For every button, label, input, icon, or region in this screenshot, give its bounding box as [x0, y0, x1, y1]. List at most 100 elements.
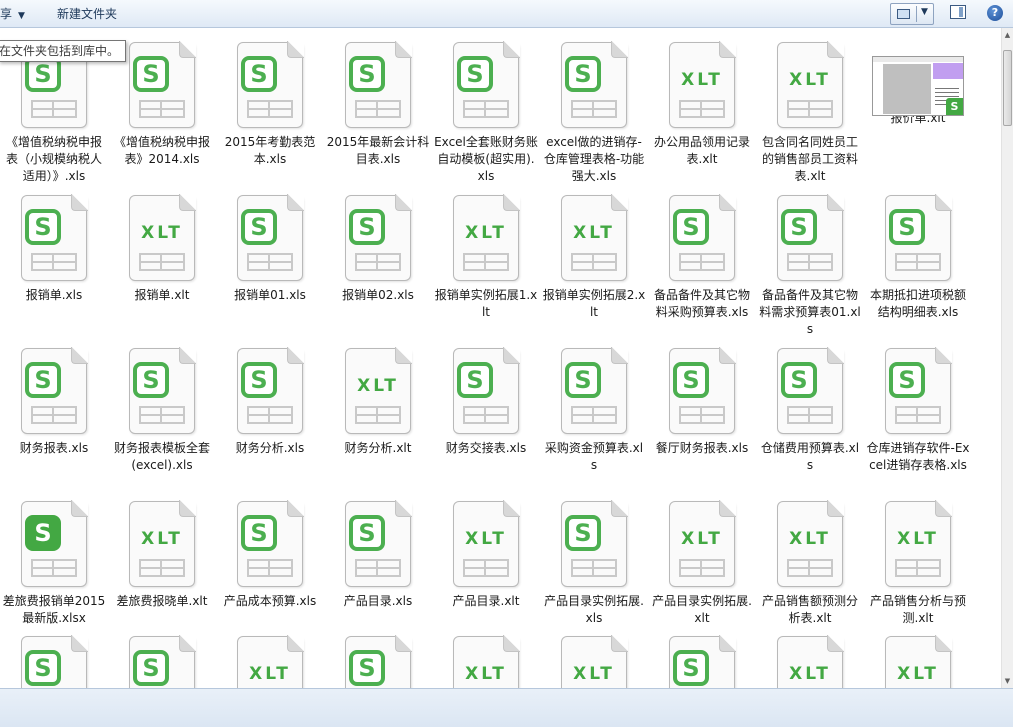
file-item[interactable]: XLT — [432, 635, 540, 688]
file-item[interactable]: S 采购资金预算表.xls — [540, 347, 648, 474]
scrollbar-thumb[interactable] — [1003, 50, 1012, 126]
file-name: 财务报表.xls — [19, 441, 89, 455]
scroll-down-icon[interactable]: ▼ — [1002, 674, 1013, 688]
file-item[interactable]: S 本期抵扣进项税额结构明细表.xls — [864, 194, 972, 321]
file-item[interactable]: S 2015年最新会计科目表.xls — [324, 41, 432, 168]
s-badge-icon: S — [349, 650, 385, 686]
spreadsheet-thumbnail-icon: S — [872, 56, 964, 116]
xlt-file-icon: XLT — [129, 194, 196, 281]
file-name: 报销单.xls — [25, 288, 83, 302]
s-badge-icon: S — [673, 362, 709, 398]
file-item[interactable]: XLT — [540, 635, 648, 688]
file-item[interactable]: S 产品目录.xls — [324, 500, 432, 610]
details-pane — [0, 688, 1013, 727]
xls-file-icon: S — [561, 347, 628, 434]
file-name: 报销单实例拓展1.xlt — [434, 288, 538, 319]
xls-file-icon: S — [777, 194, 844, 281]
xls-file-icon: S — [885, 347, 952, 434]
file-item[interactable]: S 备品备件及其它物料需求预算表01.xls — [756, 194, 864, 338]
file-item[interactable]: XLT — [756, 635, 864, 688]
xls-file-icon: S — [21, 194, 88, 281]
s-badge-icon: S — [25, 362, 61, 398]
xls-file-icon: S — [237, 194, 304, 281]
xls-file-icon: S — [237, 500, 304, 587]
xls-file-icon: S — [669, 194, 736, 281]
s-badge-icon: S — [889, 362, 925, 398]
file-item[interactable]: S 仓储费用预算表.xls — [756, 347, 864, 474]
file-item[interactable]: S 仓库进销存软件-Excel进销存表格.xls — [864, 347, 972, 474]
xlt-file-icon: XLT — [561, 194, 628, 281]
file-item[interactable]: S — [108, 635, 216, 688]
file-item[interactable]: S 产品目录实例拓展.xls — [540, 500, 648, 627]
file-item[interactable]: XLT 产品目录实例拓展.xlt — [648, 500, 756, 627]
xlt-file-icon: XLT — [885, 500, 952, 587]
file-item[interactable]: XLT 报销单实例拓展2.xlt — [540, 194, 648, 321]
file-item[interactable]: XLT 办公用品领用记录表.xlt — [648, 41, 756, 168]
file-item[interactable]: XLT 包含同名同姓员工的销售部员工资料表.xlt — [756, 41, 864, 185]
vertical-scrollbar[interactable]: ▲ ▼ — [1001, 28, 1013, 688]
file-item[interactable]: S 2015年考勤表范本.xls — [216, 41, 324, 168]
file-item[interactable]: XLT 产品销售分析与预测.xlt — [864, 500, 972, 627]
file-name: 备品备件及其它物料需求预算表01.xls — [759, 288, 861, 336]
xls-file-icon: S — [237, 41, 304, 128]
s-badge-icon: S — [241, 515, 277, 551]
chevron-down-icon[interactable]: ▼ — [921, 7, 928, 17]
xls-file-icon: S — [453, 347, 520, 434]
file-name: 差旅费报晓单.xlt — [116, 594, 208, 608]
file-item[interactable]: S 《增值税纳税申报表（小规模纳税人适用）》.xls — [0, 41, 108, 185]
file-name: 产品目录实例拓展.xlt — [652, 594, 752, 625]
file-item[interactable]: S 财务报表.xls — [0, 347, 108, 457]
xlt-file-icon: XLT — [777, 41, 844, 128]
file-item[interactable]: S 报价单.xlt — [864, 42, 972, 127]
xlt-label: XLT — [681, 70, 723, 90]
scroll-up-icon[interactable]: ▲ — [1002, 28, 1013, 42]
xlt-file-icon: XLT — [669, 500, 736, 587]
file-item[interactable]: XLT — [216, 635, 324, 688]
file-item[interactable]: S Excel全套账财务账自动模板(超实用).xls — [432, 41, 540, 185]
file-item[interactable]: XLT 差旅费报晓单.xlt — [108, 500, 216, 610]
file-item[interactable]: S 产品成本预算.xls — [216, 500, 324, 610]
share-label: 享 — [0, 7, 13, 21]
file-item[interactable]: XLT 产品销售额预测分析表.xlt — [756, 500, 864, 627]
file-name: Excel全套账财务账自动模板(超实用).xls — [434, 135, 538, 183]
file-item[interactable]: XLT — [864, 635, 972, 688]
file-item[interactable]: S 报销单01.xls — [216, 194, 324, 304]
xlt-label: XLT — [681, 529, 723, 549]
s-badge-icon: S — [133, 650, 169, 686]
xls-file-icon: S — [885, 194, 952, 281]
file-item[interactable]: S 报销单02.xls — [324, 194, 432, 304]
file-item[interactable]: S — [324, 635, 432, 688]
file-item[interactable]: S 财务交接表.xls — [432, 347, 540, 457]
help-icon[interactable]: ? — [987, 5, 1003, 21]
file-grid: S 《增值税纳税申报表（小规模纳税人适用）》.xls S 《增值税纳税申报表》2014… — [0, 28, 1003, 688]
file-name: 餐厅财务报表.xls — [655, 441, 749, 455]
file-name: 产品销售额预测分析表.xlt — [761, 594, 858, 625]
change-view-button[interactable]: ▼ — [890, 3, 934, 25]
file-name: 2015年最新会计科目表.xls — [326, 135, 430, 166]
file-item[interactable]: S 差旅费报销单2015最新版.xlsx — [0, 500, 108, 627]
share-button[interactable]: 享 ▼ — [0, 5, 25, 23]
file-item[interactable]: XLT 财务分析.xlt — [324, 347, 432, 457]
xlt-label: XLT — [141, 223, 183, 243]
xlt-file-icon: XLT — [129, 500, 196, 587]
new-folder-button[interactable]: 新建文件夹 — [57, 5, 117, 23]
xls-file-icon: S — [21, 500, 88, 587]
preview-pane-icon[interactable] — [950, 5, 966, 19]
file-item[interactable]: S 财务报表模板全套(excel).xls — [108, 347, 216, 474]
file-item[interactable]: S 餐厅财务报表.xls — [648, 347, 756, 457]
file-item[interactable]: XLT 报销单实例拓展1.xlt — [432, 194, 540, 321]
file-item[interactable]: S 报销单.xls — [0, 194, 108, 304]
xlt-label: XLT — [465, 664, 507, 684]
file-name: 产品目录实例拓展.xls — [544, 594, 644, 625]
file-item[interactable]: S 备品备件及其它物料采购预算表.xls — [648, 194, 756, 321]
xlt-file-icon: XLT — [561, 635, 628, 688]
chevron-down-icon: ▼ — [18, 11, 25, 21]
xls-file-icon: S — [21, 347, 88, 434]
file-item[interactable]: S 财务分析.xls — [216, 347, 324, 457]
file-item[interactable]: XLT 报销单.xlt — [108, 194, 216, 304]
file-item[interactable]: XLT 产品目录.xlt — [432, 500, 540, 610]
xls-file-icon: S — [345, 41, 412, 128]
file-item[interactable]: S — [0, 635, 108, 688]
file-item[interactable]: Sexcel做的进销存-仓库管理表格-功能强大.xls — [540, 41, 648, 185]
file-item[interactable]: S — [648, 635, 756, 688]
